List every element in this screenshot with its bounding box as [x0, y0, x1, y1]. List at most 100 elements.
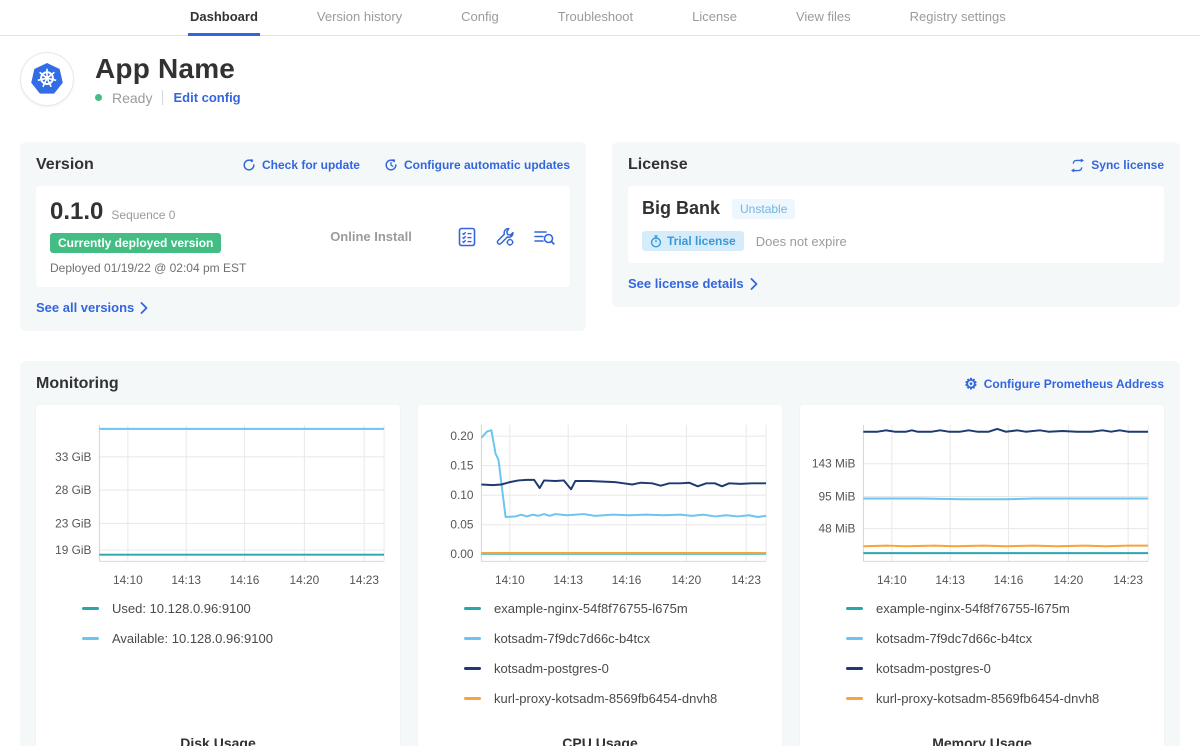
memory-usage-plot: 143 MiB95 MiB48 MiB14:1014:1314:1614:201… — [808, 415, 1156, 591]
legend-label: kotsadm-7f9dc7d66c-b4tcx — [876, 631, 1032, 646]
legend-label: kotsadm-postgres-0 — [494, 661, 609, 676]
app-title-block: App Name Ready Edit config — [95, 53, 241, 106]
tab-registry-settings[interactable]: Registry settings — [908, 0, 1008, 36]
version-panel: Version Check for update Configure autom… — [20, 142, 586, 331]
legend-item: kurl-proxy-kotsadm-8569fb6454-dnvh8 — [464, 691, 774, 706]
cpu-usage-title: CPU Usage — [426, 721, 774, 746]
edit-config-link[interactable]: Edit config — [173, 90, 240, 105]
legend-item: kotsadm-postgres-0 — [464, 661, 774, 676]
x-tick-label: 14:23 — [731, 573, 761, 587]
legend-swatch-icon — [846, 607, 863, 610]
configure-automatic-updates-link[interactable]: Configure automatic updates — [384, 158, 570, 172]
customer-name: Big Bank — [642, 198, 720, 219]
legend-label: example-nginx-54f8f76755-l675m — [876, 601, 1070, 616]
y-tick-label: 0.05 — [450, 518, 473, 532]
legend-swatch-icon — [464, 637, 481, 640]
license-card: Big Bank Unstable Trial license Does not… — [628, 186, 1164, 263]
x-tick-label: 14:20 — [290, 573, 320, 587]
series-line — [481, 480, 766, 489]
channel-badge: Unstable — [732, 199, 795, 219]
legend-label: example-nginx-54f8f76755-l675m — [494, 601, 688, 616]
y-tick-label: 0.15 — [450, 459, 473, 473]
app-header: App Name Ready Edit config — [20, 52, 1180, 106]
tab-license[interactable]: License — [690, 0, 739, 36]
tab-dashboard[interactable]: Dashboard — [188, 0, 260, 36]
stopwatch-icon — [650, 235, 662, 248]
y-tick-label: 0.20 — [450, 429, 473, 443]
y-tick-label: 0.10 — [450, 488, 473, 502]
x-tick-label: 14:20 — [1054, 573, 1084, 587]
series-line — [863, 546, 1148, 547]
legend-item: kotsadm-postgres-0 — [846, 661, 1156, 676]
x-tick-label: 14:20 — [672, 573, 702, 587]
monitoring-panel: Monitoring ⚙ Configure Prometheus Addres… — [20, 361, 1180, 746]
memory-usage-chart-card: 143 MiB95 MiB48 MiB14:1014:1314:1614:201… — [800, 405, 1164, 746]
y-tick-label: 23 GiB — [55, 516, 91, 530]
series-line — [863, 429, 1148, 432]
charts-row: 33 GiB28 GiB23 GiB19 GiB14:1014:1314:161… — [36, 405, 1164, 746]
legend-swatch-icon — [82, 637, 99, 640]
x-tick-label: 14:16 — [230, 573, 260, 587]
kubernetes-logo-icon — [20, 52, 74, 106]
legend-item: Available: 10.128.0.96:9100 — [82, 631, 392, 646]
memory-usage-legend: example-nginx-54f8f76755-l675m kotsadm-7f… — [846, 601, 1156, 721]
legend-swatch-icon — [464, 697, 481, 700]
x-tick-label: 14:13 — [553, 573, 583, 587]
y-tick-label: 0.00 — [450, 547, 473, 561]
license-title: License — [628, 156, 688, 174]
legend-label: kurl-proxy-kotsadm-8569fb6454-dnvh8 — [876, 691, 1099, 706]
configure-prometheus-link[interactable]: ⚙ Configure Prometheus Address — [964, 377, 1164, 392]
tab-view-files[interactable]: View files — [794, 0, 853, 36]
legend-item: kurl-proxy-kotsadm-8569fb6454-dnvh8 — [846, 691, 1156, 706]
legend-item: Used: 10.128.0.96:9100 — [82, 601, 392, 616]
install-type-label: Online Install — [298, 229, 444, 244]
x-tick-label: 14:10 — [495, 573, 525, 587]
x-tick-label: 14:23 — [1113, 573, 1143, 587]
sequence-label: Sequence 0 — [111, 208, 175, 222]
divider — [162, 90, 163, 105]
page-title: App Name — [95, 53, 241, 85]
y-tick-label: 48 MiB — [819, 522, 856, 536]
deployed-version-badge: Currently deployed version — [50, 233, 221, 253]
check-for-update-link[interactable]: Check for update — [242, 158, 360, 172]
legend-label: Used: 10.128.0.96:9100 — [112, 601, 251, 616]
tab-troubleshoot[interactable]: Troubleshoot — [556, 0, 635, 36]
legend-label: kotsadm-7f9dc7d66c-b4tcx — [494, 631, 650, 646]
legend-swatch-icon — [464, 667, 481, 670]
legend-label: kotsadm-postgres-0 — [876, 661, 991, 676]
legend-swatch-icon — [846, 667, 863, 670]
y-tick-label: 19 GiB — [55, 543, 91, 557]
disk-usage-plot: 33 GiB28 GiB23 GiB19 GiB14:1014:1314:161… — [44, 415, 392, 591]
preflight-checks-icon[interactable] — [456, 226, 478, 248]
legend-label: Available: 10.128.0.96:9100 — [112, 631, 273, 646]
deployed-timestamp: Deployed 01/19/22 @ 02:04 pm EST — [50, 261, 286, 275]
sync-arrows-icon — [1070, 159, 1085, 172]
legend-item: kotsadm-7f9dc7d66c-b4tcx — [846, 631, 1156, 646]
legend-item: kotsadm-7f9dc7d66c-b4tcx — [464, 631, 774, 646]
current-version-card: 0.1.0 Sequence 0 Currently deployed vers… — [36, 186, 570, 287]
see-all-versions-link[interactable]: See all versions — [36, 300, 148, 315]
gear-icon: ⚙ — [964, 377, 977, 392]
tab-config[interactable]: Config — [459, 0, 501, 36]
refresh-icon — [242, 158, 256, 172]
version-title: Version — [36, 156, 94, 174]
trial-license-badge: Trial license — [642, 231, 744, 251]
disk-usage-legend: Used: 10.128.0.96:9100 Available: 10.128.… — [82, 601, 392, 661]
cpu-usage-legend: example-nginx-54f8f76755-l675m kotsadm-7f… — [464, 601, 774, 721]
y-tick-label: 28 GiB — [55, 483, 91, 497]
memory-usage-title: Memory Usage — [808, 721, 1156, 746]
view-diff-icon[interactable] — [532, 226, 556, 248]
series-line — [863, 499, 1148, 500]
x-tick-label: 14:10 — [113, 573, 143, 587]
tab-version-history[interactable]: Version history — [315, 0, 404, 36]
legend-item: example-nginx-54f8f76755-l675m — [464, 601, 774, 616]
legend-swatch-icon — [82, 607, 99, 610]
x-tick-label: 14:16 — [612, 573, 642, 587]
legend-swatch-icon — [846, 697, 863, 700]
config-wrench-icon[interactable] — [494, 226, 516, 248]
see-license-details-link[interactable]: See license details — [628, 276, 758, 291]
sync-license-link[interactable]: Sync license — [1070, 158, 1164, 172]
x-tick-label: 14:10 — [877, 573, 907, 587]
cpu-usage-chart-card: 0.20 0.15 0.10 0.05 0.00 14:10 14:13 14:16 14:20… — [418, 405, 782, 746]
license-panel: License Sync license Big Bank Unstable T… — [612, 142, 1180, 307]
